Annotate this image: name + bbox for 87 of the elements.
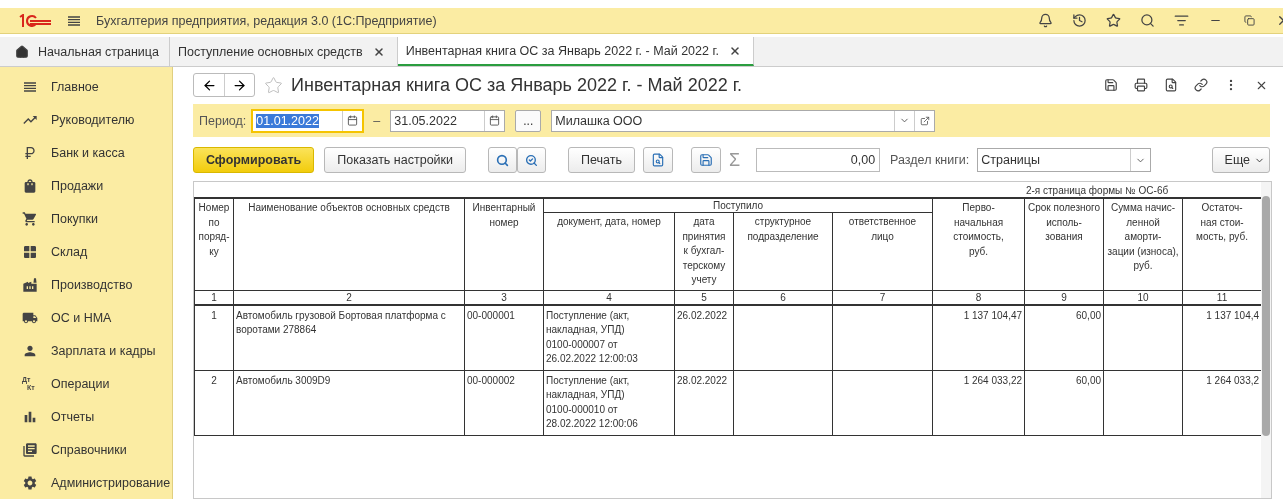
column-header: Срок полезного исполь- зования bbox=[1024, 198, 1104, 290]
grid-icon bbox=[22, 244, 38, 261]
tab[interactable]: Инвентарная книга ОС за Январь 2022 г. - Май 2022 г. bbox=[397, 37, 754, 66]
printer-icon[interactable] bbox=[1133, 77, 1149, 93]
table-cell: 00-000002 bbox=[464, 370, 544, 435]
search-button[interactable] bbox=[488, 147, 517, 173]
ruble-icon bbox=[22, 145, 38, 162]
period-label: Период: bbox=[199, 113, 247, 128]
search-check-icon bbox=[525, 153, 538, 167]
logo-icon bbox=[18, 13, 52, 28]
sidebar-item[interactable]: ОС и НМА bbox=[0, 301, 172, 335]
column-header: документ, дата, номер bbox=[543, 212, 675, 290]
column-header: Наименование объектов основных средств bbox=[233, 198, 465, 290]
history-icon[interactable] bbox=[1071, 12, 1087, 29]
column-header: дата принятия к бухгал- терскому учету bbox=[674, 212, 734, 290]
table-cell: 1 264 033,22 bbox=[932, 370, 1025, 435]
sidebar-item[interactable]: Отчеты bbox=[0, 400, 172, 434]
form-caption: 2-я страница формы № ОС-6б bbox=[932, 185, 1261, 198]
scrollbar-thumb[interactable] bbox=[1262, 196, 1270, 436]
sidebar-item[interactable]: Руководителю bbox=[0, 103, 172, 137]
settings-icon bbox=[22, 474, 38, 491]
link-icon[interactable] bbox=[1193, 77, 1209, 93]
column-number: 1 bbox=[194, 290, 234, 305]
more-button[interactable]: Еще bbox=[1211, 147, 1270, 173]
sidebar-item[interactable]: Продажи bbox=[0, 169, 172, 203]
table-cell: 2 bbox=[194, 370, 234, 435]
tab[interactable]: Поступление основных средств bbox=[169, 37, 398, 66]
restore-icon[interactable] bbox=[1241, 12, 1257, 29]
save-button[interactable] bbox=[690, 147, 721, 173]
table-cell: 60,00 bbox=[1024, 304, 1104, 370]
app-title: Бухгалтерия предприятия, редакция 3.0 (1С:Предприятие) bbox=[96, 13, 438, 28]
sidebar-item[interactable]: Банк и касса bbox=[0, 136, 172, 170]
books-icon bbox=[22, 441, 38, 458]
table-cell: Поступление (акт, накладная, УПД) 0100-000007 от 26.02.2022 12:00:03 bbox=[543, 304, 675, 370]
search-icon bbox=[496, 153, 509, 167]
column-header: Перво- начальная стоимость, руб. bbox=[932, 198, 1025, 290]
column-header: Номер по поряд- ку bbox=[194, 198, 234, 290]
arrow-right-icon bbox=[232, 77, 247, 93]
tab[interactable]: Начальная страница bbox=[0, 37, 170, 66]
table-cell: 28.02.2022 bbox=[674, 370, 734, 435]
column-header: Сумма начис- ленной аморти- зации (износа), руб. bbox=[1103, 198, 1183, 290]
settings-button[interactable]: Показать настройки bbox=[324, 147, 466, 173]
date-field[interactable]: 01.01.2022 bbox=[252, 109, 364, 132]
generate-button[interactable]: Сформировать bbox=[193, 147, 315, 173]
table-cell: 1 bbox=[194, 304, 234, 370]
factory-icon bbox=[22, 277, 38, 293]
table-cell: Автомобиль 3009D9 bbox=[233, 370, 465, 435]
filter-icon[interactable] bbox=[1173, 12, 1189, 29]
organization-field[interactable]: Милашка ООО bbox=[551, 109, 936, 132]
sum-sign: Σ bbox=[728, 149, 741, 171]
search-next-button[interactable] bbox=[517, 147, 546, 173]
save-icon[interactable] bbox=[1103, 77, 1119, 93]
search-icon[interactable] bbox=[1139, 12, 1155, 29]
preview-button[interactable] bbox=[642, 147, 673, 173]
table-cell: 00-000001 bbox=[464, 304, 544, 370]
column-header: структурное подразделение bbox=[733, 212, 833, 290]
print-button[interactable]: Печать bbox=[568, 147, 635, 173]
preview-icon[interactable] bbox=[1163, 77, 1179, 93]
period-picker-button[interactable]: ... bbox=[515, 109, 542, 132]
home-icon bbox=[14, 43, 30, 60]
section-select[interactable]: Страницы bbox=[977, 148, 1152, 172]
sidebar-item[interactable]: Администрирование bbox=[0, 466, 172, 499]
sidebar-item[interactable]: Главное bbox=[0, 71, 172, 104]
date-field[interactable]: 31.05.2022 bbox=[390, 109, 506, 132]
preview-icon bbox=[650, 153, 665, 167]
table-cell: Поступление (акт, накладная, УПД) 0100-000010 от 28.02.2022 12:00:06 bbox=[543, 370, 675, 435]
sidebar-item[interactable]: Зарплата и кадры bbox=[0, 334, 172, 368]
bell-icon[interactable] bbox=[1037, 12, 1053, 29]
dash-text: – bbox=[373, 113, 381, 128]
column-header: Инвентарный номер bbox=[464, 198, 544, 290]
column-group-header: Поступило bbox=[543, 198, 933, 213]
sidebar-item[interactable]: Справочники bbox=[0, 433, 172, 467]
star-icon[interactable] bbox=[1105, 12, 1121, 29]
table-cell: 60,00 bbox=[1024, 370, 1104, 435]
table-cell: Автомобиль грузовой Бортовая платформа с воротами 278864 bbox=[233, 304, 465, 370]
save-icon bbox=[698, 153, 713, 167]
star-icon[interactable] bbox=[263, 75, 283, 95]
sidebar-item[interactable]: Покупки bbox=[0, 202, 172, 236]
cart-icon bbox=[22, 211, 38, 228]
sidebar-item[interactable]: Производство bbox=[0, 268, 172, 302]
report-title: Инвентарная книга ОС за Январь 2022 г. - Май 2022 г. bbox=[291, 74, 744, 96]
bag-icon bbox=[22, 178, 38, 195]
sidebar-item[interactable]: Склад bbox=[0, 235, 172, 269]
sum-field: 0,00 bbox=[756, 148, 881, 172]
table-cell: 1 137 104,47 bbox=[932, 304, 1025, 370]
section-label: Раздел книги: bbox=[890, 153, 970, 167]
table-cell: 26.02.2022 bbox=[674, 304, 734, 370]
